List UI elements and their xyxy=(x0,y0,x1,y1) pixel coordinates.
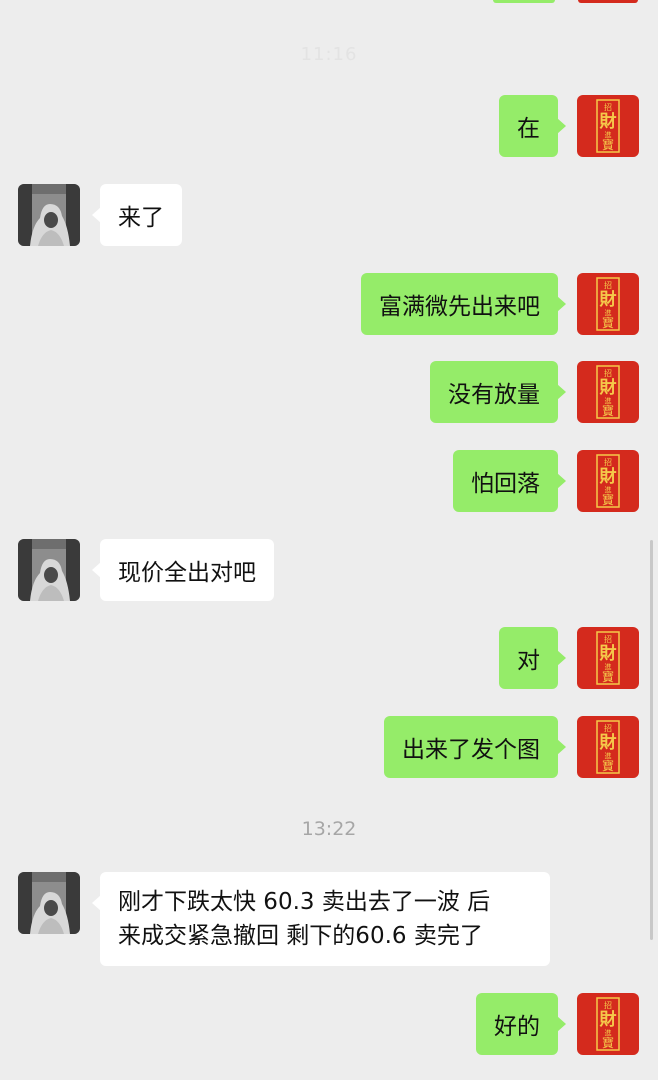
outgoing-message-bubble[interactable]: 怕回落 xyxy=(453,450,566,512)
contact-avatar[interactable] xyxy=(18,872,80,934)
hooded-figure-icon xyxy=(18,872,80,934)
outgoing-message-bubble[interactable]: 富满微先出来吧 xyxy=(361,273,566,335)
svg-text:招: 招 xyxy=(604,723,612,733)
outgoing-message-bubble[interactable]: 对 xyxy=(499,627,566,689)
svg-text:寶: 寶 xyxy=(602,137,614,152)
svg-text:財: 財 xyxy=(599,289,617,310)
svg-text:寶: 寶 xyxy=(602,669,614,684)
my-avatar[interactable]: 招財進寶 xyxy=(577,716,639,778)
incoming-message-bubble[interactable]: 来了 xyxy=(92,184,182,246)
zhaocaijinbao-avatar-icon: 招財進寶 xyxy=(577,993,639,1055)
my-avatar[interactable]: 招財進寶 xyxy=(577,627,639,689)
incoming-message-bubble[interactable]: 刚才下跌太快 60.3 卖出去了一波 后 来成交紧急撤回 剩下的60.6 卖完了 xyxy=(92,872,550,966)
zhaocaijinbao-avatar-icon: 招財進寶 xyxy=(577,273,639,335)
svg-text:招: 招 xyxy=(604,634,612,644)
svg-text:寶: 寶 xyxy=(602,492,614,507)
contact-avatar[interactable] xyxy=(18,539,80,601)
svg-text:招: 招 xyxy=(604,368,612,378)
hooded-figure-icon xyxy=(18,184,80,246)
my-avatar[interactable]: 招財進寶 xyxy=(577,361,639,423)
zhaocaijinbao-avatar-icon: 招財進寶 xyxy=(577,627,639,689)
svg-text:財: 財 xyxy=(599,377,617,398)
hooded-figure-icon xyxy=(18,539,80,601)
my-avatar[interactable]: 招財進寶 xyxy=(577,450,639,512)
outgoing-message-bubble[interactable]: 好的 xyxy=(476,993,566,1055)
message-line: 来成交紧急撤回 剩下的60.6 卖完了 xyxy=(118,923,483,949)
svg-text:財: 財 xyxy=(599,466,617,487)
zhaocaijinbao-avatar-icon: 招財進寶 xyxy=(577,95,639,157)
contact-avatar[interactable] xyxy=(18,184,80,246)
zhaocaijinbao-avatar-icon: 招財進寶 xyxy=(577,450,639,512)
svg-text:寶: 寶 xyxy=(602,315,614,330)
svg-text:招: 招 xyxy=(604,102,612,112)
zhaocaijinbao-avatar-icon: 招財進寶 xyxy=(577,361,639,423)
outgoing-message-bubble[interactable]: 出来了发个图 xyxy=(384,716,566,778)
outgoing-message-bubble[interactable]: 在 xyxy=(499,95,566,157)
svg-text:財: 財 xyxy=(599,111,617,132)
my-avatar[interactable]: 招財進寶 xyxy=(577,95,639,157)
my-avatar[interactable]: 招財進寶 xyxy=(577,273,639,335)
previous-message-bubble[interactable] xyxy=(493,0,555,3)
my-avatar[interactable]: 招財進寶 xyxy=(577,993,639,1055)
svg-text:招: 招 xyxy=(604,1000,612,1010)
message-line: 刚才下跌太快 60.3 卖出去了一波 后 xyxy=(118,889,491,915)
svg-text:財: 財 xyxy=(599,732,617,753)
svg-text:財: 財 xyxy=(599,1009,617,1030)
incoming-message-bubble[interactable]: 现价全出对吧 xyxy=(92,539,274,601)
scrollbar[interactable] xyxy=(650,540,653,940)
svg-text:招: 招 xyxy=(604,280,612,290)
outgoing-message-bubble[interactable]: 没有放量 xyxy=(430,361,566,423)
time-divider: 13:22 xyxy=(301,818,357,840)
svg-text:寶: 寶 xyxy=(602,758,614,773)
faded-timestamp: 11:16 xyxy=(300,44,358,65)
previous-avatar[interactable] xyxy=(578,0,638,3)
svg-text:招: 招 xyxy=(604,457,612,467)
svg-text:財: 財 xyxy=(599,643,617,664)
zhaocaijinbao-avatar-icon: 招財進寶 xyxy=(577,716,639,778)
svg-text:寶: 寶 xyxy=(602,1035,614,1050)
svg-text:寶: 寶 xyxy=(602,403,614,418)
